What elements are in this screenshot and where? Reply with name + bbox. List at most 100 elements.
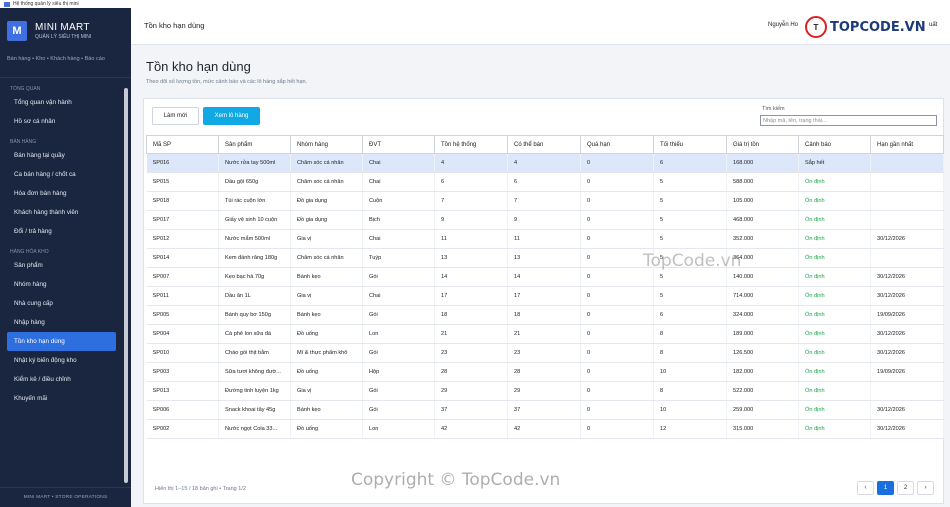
table-cell: 8 bbox=[653, 324, 727, 344]
table-row[interactable]: SP013 Đường tinh luyện 1kg Gia vị Gói 29 29 0 8… bbox=[146, 381, 944, 401]
table-cell: 315.000 bbox=[726, 419, 799, 439]
table-cell: SP016 bbox=[146, 153, 219, 173]
table-cell: SP002 bbox=[146, 419, 219, 439]
column-header[interactable]: Cảnh báo bbox=[798, 135, 871, 154]
table-cell: 6 bbox=[434, 172, 508, 192]
table-cell: SP015 bbox=[146, 172, 219, 192]
table-cell: 5 bbox=[653, 210, 727, 230]
sidebar-item[interactable]: Nhật ký biến động kho bbox=[7, 351, 116, 370]
sidebar-item[interactable]: Đổi / trả hàng bbox=[7, 222, 116, 241]
sidebar-item[interactable]: Khuyến mãi bbox=[7, 389, 116, 408]
sidebar-item[interactable]: Nhập hàng bbox=[7, 313, 116, 332]
page-button[interactable]: ‹ bbox=[857, 481, 874, 495]
column-header[interactable]: Tồn hệ thống bbox=[434, 135, 508, 154]
column-header[interactable]: Mã SP bbox=[146, 135, 219, 154]
table-cell: Gói bbox=[362, 305, 435, 325]
table-cell: 11 bbox=[507, 229, 581, 249]
table-body: SP016 Nước rửa tay 500ml Chăm sóc cá nhân C… bbox=[146, 153, 944, 439]
brand-logo-icon: M bbox=[7, 20, 27, 41]
page-button[interactable]: › bbox=[917, 481, 934, 495]
table-cell: 5 bbox=[653, 229, 727, 249]
column-header[interactable]: Quá hạn bbox=[580, 135, 654, 154]
table-cell: Gia vị bbox=[290, 381, 363, 401]
sidebar-item[interactable]: Hóa đơn bán hàng bbox=[7, 184, 116, 203]
table-cell: 352.000 bbox=[726, 229, 799, 249]
sidebar-item[interactable]: Khách hàng thành viên bbox=[7, 203, 116, 222]
table-cell: Kem đánh răng 180g bbox=[218, 248, 291, 268]
column-header[interactable]: Nhóm hàng bbox=[290, 135, 363, 154]
table-cell: Ổn định bbox=[798, 248, 871, 268]
sidebar-item[interactable]: Nhóm hàng bbox=[7, 275, 116, 294]
sidebar-item[interactable]: Kiểm kê / điều chỉnh bbox=[7, 370, 116, 389]
table-cell: 19/09/2026 bbox=[870, 305, 944, 325]
user-name[interactable]: Nguyễn Ho bbox=[768, 22, 798, 28]
table-cell: 0 bbox=[580, 381, 654, 401]
table-cell: 522.000 bbox=[726, 381, 799, 401]
table-cell: Nước rửa tay 500ml bbox=[218, 153, 291, 173]
pagination-info: Hiển thị 1–15 / 18 bản ghi • Trang 1/2 bbox=[155, 486, 246, 492]
sidebar-item[interactable]: Tồn kho hạn dùng bbox=[7, 332, 116, 351]
table-cell: Sữa tươi không đườ... bbox=[218, 362, 291, 382]
refresh-button[interactable]: Làm mới bbox=[152, 107, 199, 125]
column-header[interactable]: Có thể bán bbox=[507, 135, 581, 154]
table-row[interactable]: SP010 Cháo gói thịt bằm Mì & thực phẩm khô… bbox=[146, 343, 944, 363]
table-cell: 21 bbox=[507, 324, 581, 344]
table-row[interactable]: SP003 Sữa tươi không đườ... Đồ uống Hộp 28 28… bbox=[146, 362, 944, 382]
table-row[interactable]: SP006 Snack khoai tây 45g Bánh kẹo Gói 37 37 0… bbox=[146, 400, 944, 420]
table-cell: Gói bbox=[362, 400, 435, 420]
nav-group-title: HÀNG HÓA KHO bbox=[10, 249, 49, 255]
table-row[interactable]: SP017 Giấy vệ sinh 10 cuộn Đồ gia dụng Bịch… bbox=[146, 210, 944, 230]
table-row[interactable]: SP018 Túi rác cuộn lớn Đồ gia dụng Cuộn 7 7 0 5… bbox=[146, 191, 944, 211]
table-row[interactable]: SP016 Nước rửa tay 500ml Chăm sóc cá nhân C… bbox=[146, 153, 944, 173]
table-cell: 0 bbox=[580, 324, 654, 344]
sidebar-item[interactable]: Bán hàng tại quầy bbox=[7, 146, 116, 165]
page-button[interactable]: 2 bbox=[897, 481, 914, 495]
table-row[interactable]: SP005 Bánh quy bơ 150g Bánh kẹo Gói 18 18 0 6 32… bbox=[146, 305, 944, 325]
view-batches-button[interactable]: Xem lô hàng bbox=[203, 107, 260, 125]
table-cell: 7 bbox=[507, 191, 581, 211]
table-row[interactable]: SP012 Nước mắm 500ml Gia vị Chai 11 11 0 5 352.0… bbox=[146, 229, 944, 249]
table-cell: Gói bbox=[362, 343, 435, 363]
column-header[interactable]: Giá trị tồn bbox=[726, 135, 799, 154]
inventory-table: Mã SP Sản phẩm Nhóm hàng ĐVT Tồn hệ thống Có … bbox=[146, 135, 944, 439]
column-header[interactable]: Hạn gần nhất bbox=[870, 135, 944, 154]
sidebar-item[interactable]: Sản phẩm bbox=[7, 256, 116, 275]
sidebar-item[interactable]: Tổng quan vận hành bbox=[7, 93, 116, 112]
table-cell: Dầu ăn 1L bbox=[218, 286, 291, 306]
table-cell: Nước mắm 500ml bbox=[218, 229, 291, 249]
table-cell: Chăm sóc cá nhân bbox=[290, 153, 363, 173]
table-cell: 0 bbox=[580, 172, 654, 192]
table-cell: 13 bbox=[507, 248, 581, 268]
column-header[interactable]: ĐVT bbox=[362, 135, 435, 154]
sidebar-item[interactable]: Hồ sơ cá nhân bbox=[7, 112, 116, 131]
column-header[interactable]: Sản phẩm bbox=[218, 135, 291, 154]
table-row[interactable]: SP004 Cà phê lon sữa đá Đồ uống Lon 21 21 0 8 18… bbox=[146, 324, 944, 344]
table-cell: Chai bbox=[362, 172, 435, 192]
search-input[interactable] bbox=[760, 115, 937, 126]
table-row[interactable]: SP011 Dầu ăn 1L Gia vị Chai 17 17 0 5 714.000 Ổn … bbox=[146, 286, 944, 306]
table-cell bbox=[870, 172, 944, 192]
table-row[interactable]: SP007 Kẹo bạc hà 70g Bánh kẹo Gói 14 14 0 5 140.… bbox=[146, 267, 944, 287]
sidebar-item[interactable]: Nhà cung cấp bbox=[7, 294, 116, 313]
table-cell: 23 bbox=[434, 343, 508, 363]
table-cell: Đường tinh luyện 1kg bbox=[218, 381, 291, 401]
sidebar-scrollbar[interactable] bbox=[124, 88, 128, 483]
page-button[interactable]: 1 bbox=[877, 481, 894, 495]
table-cell: 0 bbox=[580, 286, 654, 306]
table-cell: 30/12/2026 bbox=[870, 400, 944, 420]
table-cell: Ổn định bbox=[798, 400, 871, 420]
table-cell: 0 bbox=[580, 400, 654, 420]
sidebar-item[interactable]: Ca bán hàng / chốt ca bbox=[7, 165, 116, 184]
table-cell: 4 bbox=[507, 153, 581, 173]
table-row[interactable]: SP015 Dầu gội 650g Chăm sóc cá nhân Chai 6 6 0… bbox=[146, 172, 944, 192]
table-cell: 42 bbox=[507, 419, 581, 439]
table-cell: SP017 bbox=[146, 210, 219, 230]
table-cell: SP011 bbox=[146, 286, 219, 306]
column-header[interactable]: Tối thiểu bbox=[653, 135, 727, 154]
table-row[interactable]: SP014 Kem đánh răng 180g Chăm sóc cá nhân T… bbox=[146, 248, 944, 268]
table-cell: Gia vị bbox=[290, 286, 363, 306]
table-cell: 42 bbox=[434, 419, 508, 439]
table-cell: 30/12/2026 bbox=[870, 343, 944, 363]
logout-button[interactable]: uất bbox=[929, 22, 937, 28]
table-row[interactable]: SP002 Nước ngọt Cola 33... Đồ uống Lon 42 42 0… bbox=[146, 419, 944, 439]
